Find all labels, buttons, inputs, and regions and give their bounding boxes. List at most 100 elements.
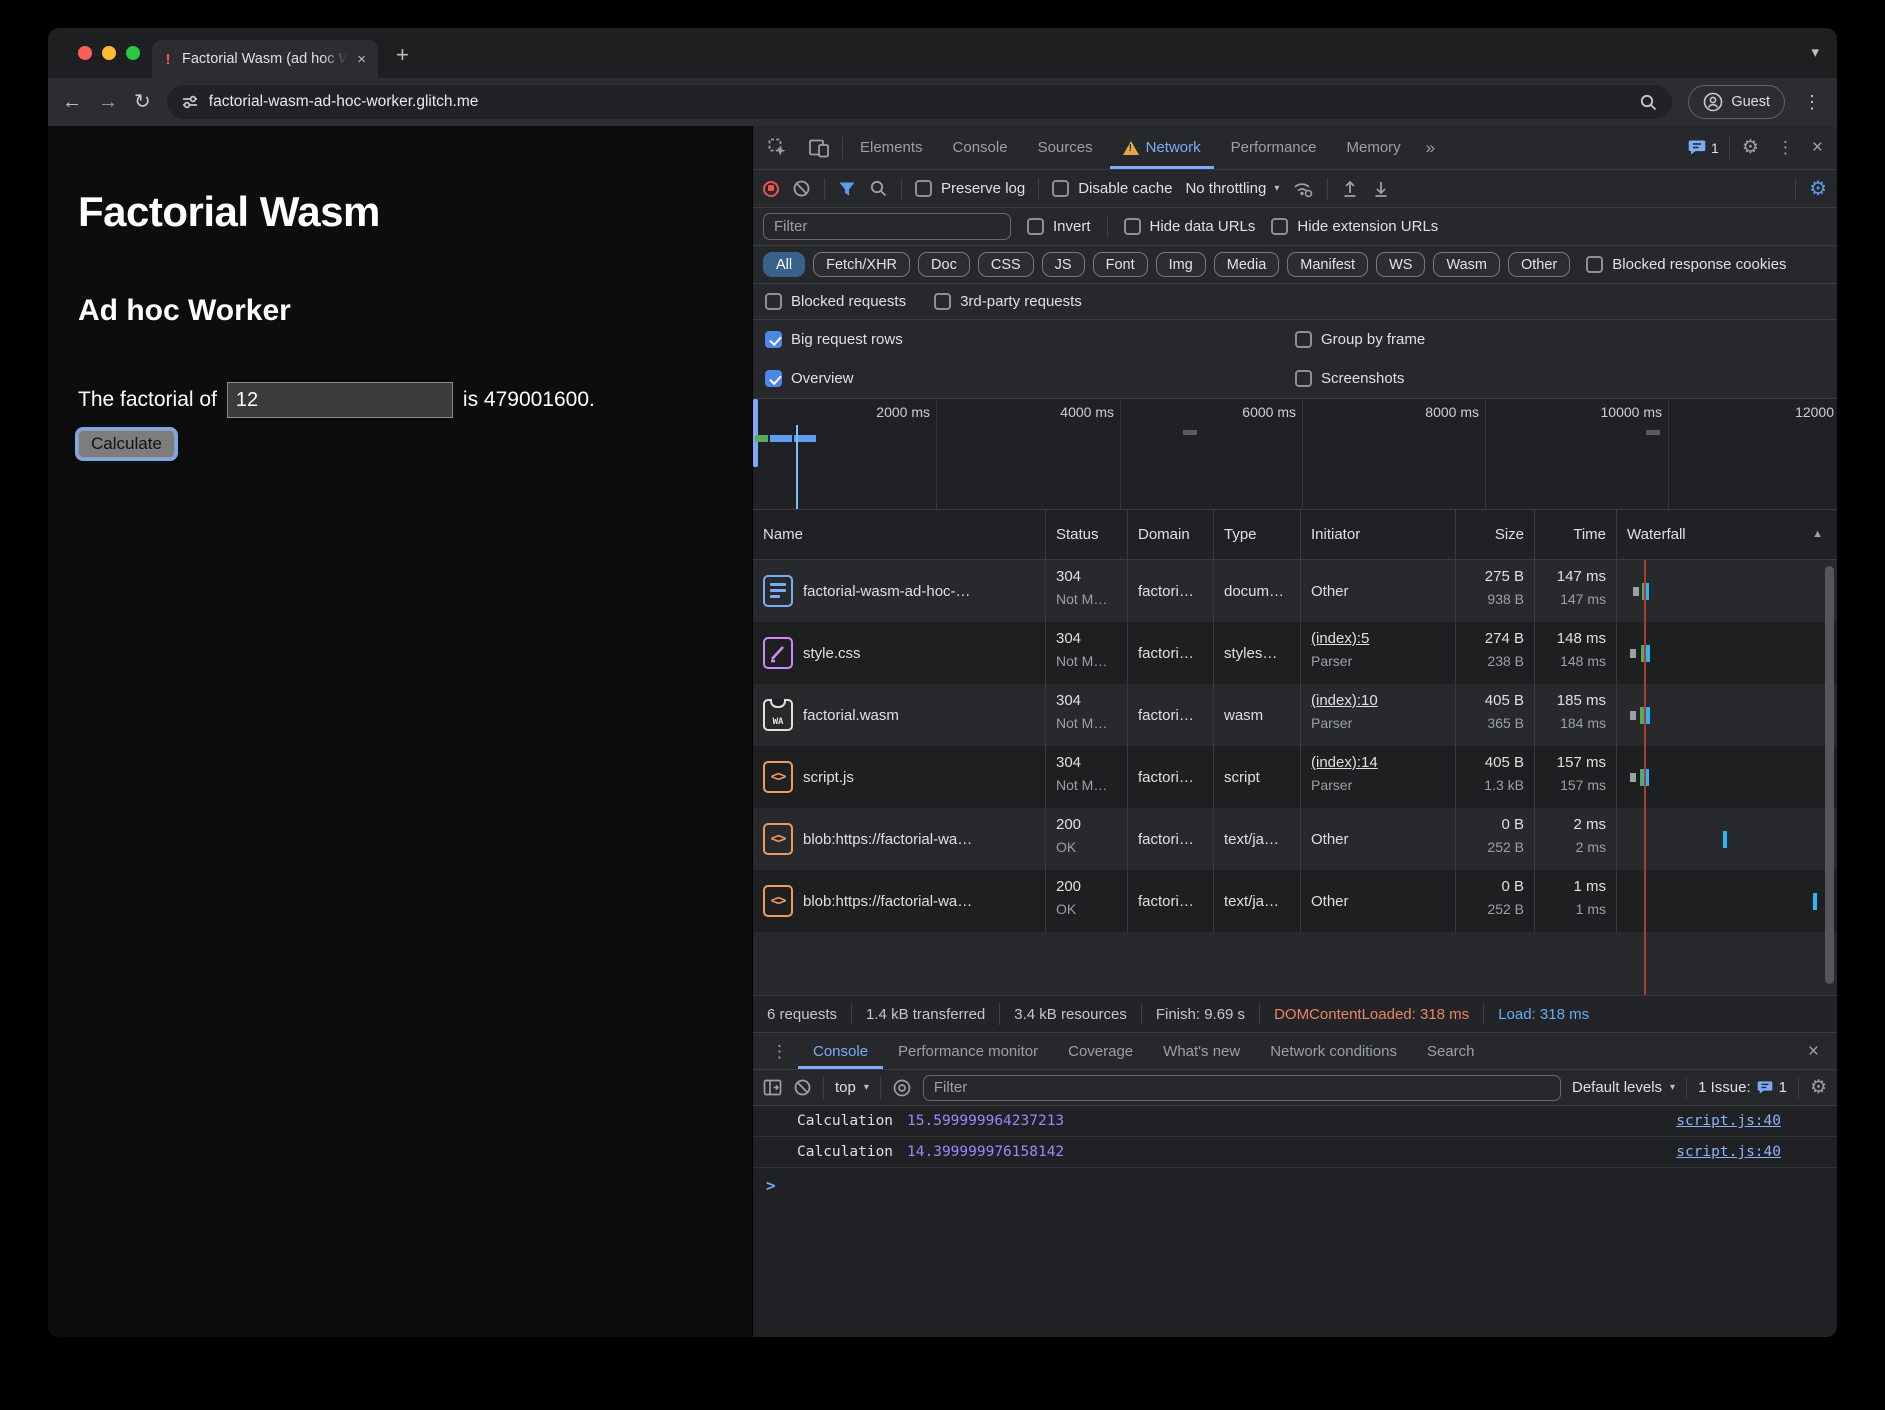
chip-manifest[interactable]: Manifest: [1287, 252, 1368, 277]
table-row[interactable]: style.css 304Not M… factori… styles… (in…: [753, 622, 1837, 684]
profile-button[interactable]: Guest: [1688, 85, 1785, 119]
import-har-icon[interactable]: [1341, 179, 1359, 198]
filter-funnel-icon[interactable]: [838, 181, 856, 197]
initiator-link[interactable]: (index):10: [1311, 692, 1455, 709]
chip-font[interactable]: Font: [1093, 252, 1148, 277]
column-time[interactable]: Time: [1535, 510, 1617, 559]
tab-elements[interactable]: Elements: [847, 126, 936, 169]
devtools-menu-icon[interactable]: ⋮: [1771, 139, 1800, 156]
drawer-tab-console[interactable]: Console: [798, 1033, 883, 1069]
column-name[interactable]: Name: [753, 510, 1046, 559]
factorial-input[interactable]: [227, 382, 453, 418]
console-sidebar-icon[interactable]: [763, 1079, 782, 1096]
initiator-link[interactable]: (index):14: [1311, 754, 1455, 771]
new-tab-button[interactable]: +: [396, 44, 409, 66]
reload-icon[interactable]: ↻: [134, 92, 151, 112]
minimize-window-button[interactable]: [102, 46, 116, 60]
execution-context-select[interactable]: top ▾: [835, 1079, 869, 1096]
chip-ws[interactable]: WS: [1376, 252, 1425, 277]
record-network-log-icon[interactable]: [763, 181, 779, 197]
devtools-close-icon[interactable]: ×: [1804, 138, 1831, 157]
more-tabs-icon[interactable]: »: [1418, 139, 1443, 156]
tab-memory[interactable]: Memory: [1334, 126, 1414, 169]
console-prompt[interactable]: >: [753, 1168, 1837, 1202]
network-conditions-icon[interactable]: [1292, 180, 1314, 198]
fullscreen-window-button[interactable]: [126, 46, 140, 60]
network-overview-timeline[interactable]: 2000 ms 4000 ms 6000 ms 8000 ms 10000 ms…: [753, 398, 1837, 510]
close-window-button[interactable]: [78, 46, 92, 60]
throttling-select[interactable]: No throttling ▾: [1185, 180, 1279, 197]
table-row[interactable]: factorial-wasm-ad-hoc-… 304Not M… factor…: [753, 560, 1837, 622]
blocked-response-cookies-checkbox[interactable]: Blocked response cookies: [1586, 256, 1786, 273]
column-initiator[interactable]: Initiator: [1301, 510, 1456, 559]
tab-sources[interactable]: Sources: [1025, 126, 1106, 169]
drawer-tab-whats-new[interactable]: What's new: [1148, 1033, 1255, 1069]
preserve-log-checkbox[interactable]: Preserve log: [915, 180, 1025, 197]
big-request-rows-checkbox[interactable]: Big request rows: [765, 331, 903, 348]
chip-doc[interactable]: Doc: [918, 252, 970, 277]
drawer-menu-icon[interactable]: ⋮: [761, 1043, 798, 1060]
drawer-tab-coverage[interactable]: Coverage: [1053, 1033, 1148, 1069]
back-icon[interactable]: ←: [62, 92, 82, 112]
tab-performance[interactable]: Performance: [1218, 126, 1330, 169]
settings-gear-icon[interactable]: ⚙: [1734, 138, 1767, 157]
chip-wasm[interactable]: Wasm: [1433, 252, 1500, 277]
drawer-tab-search[interactable]: Search: [1412, 1033, 1490, 1069]
export-har-icon[interactable]: [1372, 179, 1390, 198]
clear-console-icon[interactable]: [793, 1078, 812, 1097]
chip-media[interactable]: Media: [1214, 252, 1280, 277]
table-row[interactable]: <> script.js 304Not M… factori… script (…: [753, 746, 1837, 808]
network-settings-gear-icon[interactable]: ⚙: [1809, 179, 1827, 199]
group-by-frame-checkbox[interactable]: Group by frame: [1295, 331, 1425, 348]
table-scrollbar[interactable]: [1825, 566, 1834, 984]
drawer-tab-network-conditions[interactable]: Network conditions: [1255, 1033, 1412, 1069]
screenshots-checkbox[interactable]: Screenshots: [1295, 370, 1404, 387]
initiator-link[interactable]: (index):5: [1311, 630, 1455, 647]
third-party-requests-checkbox[interactable]: 3rd-party requests: [934, 293, 1082, 310]
column-type[interactable]: Type: [1214, 510, 1301, 559]
chip-img[interactable]: Img: [1156, 252, 1206, 277]
tab-close-icon[interactable]: ×: [355, 52, 368, 67]
network-filter-input[interactable]: [763, 213, 1011, 240]
browser-tab[interactable]: ! Factorial Wasm (ad hoc Work ×: [152, 40, 378, 78]
message-source-link[interactable]: script.js:40: [1676, 1144, 1781, 1160]
log-levels-select[interactable]: Default levels ▾: [1572, 1079, 1675, 1096]
overview-checkbox[interactable]: Overview: [765, 370, 854, 387]
message-source-link[interactable]: script.js:40: [1676, 1113, 1781, 1129]
chip-css[interactable]: CSS: [978, 252, 1034, 277]
tab-search-chevron-icon[interactable]: ▾: [1811, 45, 1819, 60]
clear-network-log-icon[interactable]: [792, 179, 811, 198]
address-bar[interactable]: factorial-wasm-ad-hoc-worker.glitch.me: [167, 85, 1673, 119]
forward-icon[interactable]: →: [98, 92, 118, 112]
search-icon[interactable]: [1639, 93, 1658, 112]
table-row[interactable]: <> blob:https://factorial-wa… 200OK fact…: [753, 808, 1837, 870]
drawer-close-icon[interactable]: ×: [1798, 1042, 1829, 1061]
live-expression-eye-icon[interactable]: [892, 1078, 912, 1098]
tab-network[interactable]: Network: [1110, 126, 1214, 169]
table-row[interactable]: WA factorial.wasm 304Not M… factori… was…: [753, 684, 1837, 746]
invert-checkbox[interactable]: Invert: [1027, 218, 1091, 235]
chip-fetch-xhr[interactable]: Fetch/XHR: [813, 252, 910, 277]
chip-js[interactable]: JS: [1042, 252, 1085, 277]
tab-console[interactable]: Console: [940, 126, 1021, 169]
issues-counter[interactable]: 1: [1682, 139, 1725, 156]
column-domain[interactable]: Domain: [1128, 510, 1214, 559]
browser-menu-icon[interactable]: ⋮: [1801, 93, 1823, 111]
blocked-requests-checkbox[interactable]: Blocked requests: [765, 293, 906, 310]
hide-data-urls-checkbox[interactable]: Hide data URLs: [1124, 218, 1256, 235]
column-waterfall[interactable]: Waterfall ▲: [1617, 510, 1837, 559]
calculate-button[interactable]: Calculate: [78, 430, 175, 458]
timeline-scrub-handle[interactable]: [753, 399, 758, 467]
chip-all[interactable]: All: [763, 252, 805, 277]
console-settings-gear-icon[interactable]: ⚙: [1810, 1078, 1827, 1097]
search-network-icon[interactable]: [869, 179, 888, 198]
device-toolbar-icon[interactable]: [800, 138, 838, 158]
disable-cache-checkbox[interactable]: Disable cache: [1052, 180, 1172, 197]
hide-extension-urls-checkbox[interactable]: Hide extension URLs: [1271, 218, 1438, 235]
console-filter-input[interactable]: [923, 1075, 1561, 1101]
inspect-element-icon[interactable]: [759, 137, 796, 158]
issues-link[interactable]: 1 Issue: 1: [1698, 1079, 1787, 1096]
drawer-tab-performance-monitor[interactable]: Performance monitor: [883, 1033, 1053, 1069]
table-row[interactable]: <> blob:https://factorial-wa… 200OK fact…: [753, 870, 1837, 932]
chip-other[interactable]: Other: [1508, 252, 1570, 277]
